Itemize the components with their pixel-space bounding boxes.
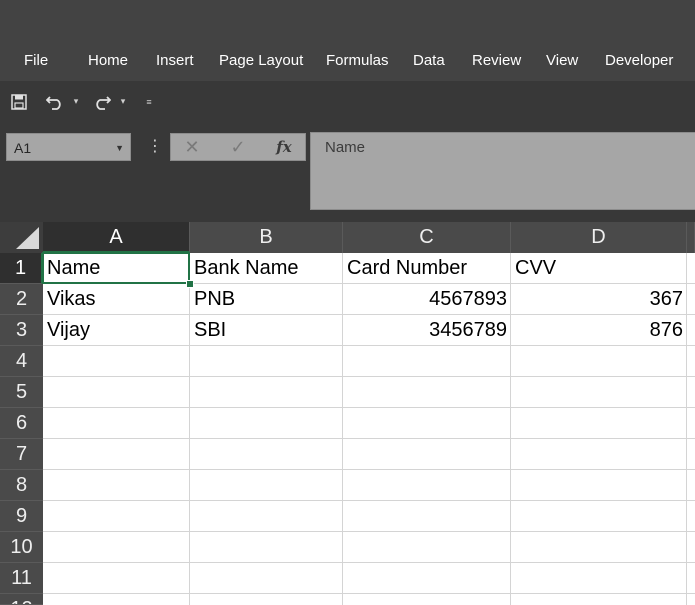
tab-data[interactable]: Data [413,41,445,81]
column-headers: A B C D [0,222,695,253]
tab-home[interactable]: Home [88,41,128,81]
grid-line [510,253,511,605]
tab-review[interactable]: Review [472,41,521,81]
tab-formulas[interactable]: Formulas [326,41,389,81]
customize-qat-icon[interactable]: ≡ [143,81,155,122]
tab-page-layout[interactable]: Page Layout [219,41,303,81]
grid-line [43,376,695,377]
more-icon[interactable]: ⋮ [147,134,163,160]
column-header-e[interactable] [687,222,695,253]
name-box-value: A1 [14,140,32,156]
row-header-2[interactable]: 2 [0,284,43,315]
grid-line [43,438,695,439]
cell-c1[interactable]: Card Number [347,253,508,284]
row-header-8[interactable]: 8 [0,470,43,501]
enter-icon[interactable]: ✓ [225,134,251,160]
grid-line [43,407,695,408]
cell-b2[interactable]: PNB [194,284,340,315]
redo-icon[interactable] [91,81,113,122]
cell-d1[interactable]: CVV [515,253,683,284]
cell-b1[interactable]: Bank Name [194,253,340,284]
row-header-12[interactable]: 12 [0,594,43,605]
grid-line [43,469,695,470]
formula-content: Name [325,139,366,156]
cell-a3[interactable]: Vijay [47,315,187,346]
column-header-a[interactable]: A [43,222,190,253]
grid-line [686,253,687,605]
undo-dropdown-icon[interactable]: ▾ [70,81,82,122]
grid-line [43,562,695,563]
grid-line [43,593,695,594]
insert-function-icon[interactable]: fx [271,134,297,160]
undo-icon[interactable] [44,81,66,122]
save-icon[interactable] [8,81,30,122]
cell-d2[interactable]: 367 [513,284,683,315]
row-header-5[interactable]: 5 [0,377,43,408]
column-header-b[interactable]: B [190,222,343,253]
cell-a2[interactable]: Vikas [47,284,187,315]
formula-input[interactable]: Name [310,132,695,210]
chevron-down-icon[interactable]: ▼ [115,134,124,162]
tab-view[interactable]: View [546,41,578,81]
select-all-button[interactable] [0,222,43,253]
row-header-4[interactable]: 4 [0,346,43,377]
cell-b3[interactable]: SBI [194,315,340,346]
grid-line [43,531,695,532]
active-cell-outline[interactable] [42,252,190,284]
redo-dropdown-icon[interactable]: ▾ [117,81,129,122]
formula-bar: A1 ▼ ⋮ ✕ ✓ fx Name [0,122,695,222]
ribbon-tabs: File Home Insert Page Layout Formulas Da… [0,41,695,81]
row-header-6[interactable]: 6 [0,408,43,439]
cell-d3[interactable]: 876 [513,315,683,346]
tab-insert[interactable]: Insert [156,41,194,81]
row-header-9[interactable]: 9 [0,501,43,532]
row-header-3[interactable]: 3 [0,315,43,346]
row-header-10[interactable]: 10 [0,532,43,563]
row-header-7[interactable]: 7 [0,439,43,470]
tab-file[interactable]: File [24,41,48,81]
row-header-1[interactable]: 1 [0,253,43,284]
formula-buttons: ✕ ✓ fx [170,133,306,161]
quick-access-toolbar: ▾ ▾ ≡ [0,81,695,122]
grid-line [342,253,343,605]
grid-line [43,500,695,501]
tab-developer[interactable]: Developer [605,41,673,81]
cell-c2[interactable]: 4567893 [345,284,507,315]
cancel-icon[interactable]: ✕ [179,134,205,160]
column-header-c[interactable]: C [343,222,511,253]
cell-c3[interactable]: 3456789 [345,315,507,346]
fill-handle[interactable] [186,280,194,288]
column-header-d[interactable]: D [511,222,687,253]
row-header-11[interactable]: 11 [0,563,43,594]
grid-line [189,253,190,605]
title-bar [0,0,695,41]
name-box[interactable]: A1 ▼ [6,133,131,161]
